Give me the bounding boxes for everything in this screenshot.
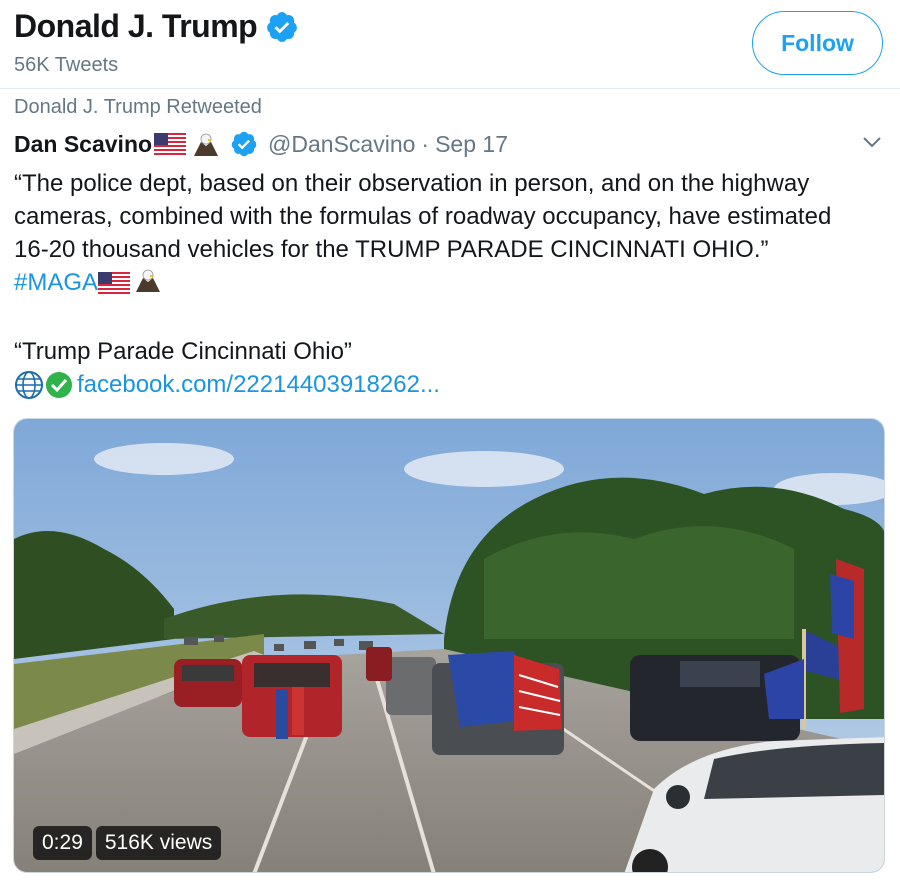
video-overlay: 0:29 516K views	[33, 826, 222, 860]
video-views: 516K views	[95, 826, 222, 860]
video-thumbnail	[14, 419, 884, 872]
profile-name: Donald J. Trump	[14, 8, 258, 44]
video-player[interactable]: 0:29 516K views	[13, 418, 885, 873]
follow-button[interactable]: Follow	[752, 11, 883, 75]
retweet-label[interactable]: Donald J. Trump Retweeted	[14, 96, 262, 119]
meta-separator: ·	[421, 130, 430, 157]
tweet-text-line: cameras, combined with the formulas of r…	[14, 203, 832, 230]
profile-header: Donald J. Trump 56K Tweets Follow	[0, 0, 900, 89]
globe-icon	[15, 370, 43, 399]
eagle-icon	[194, 133, 219, 156]
link-row: facebook.com/22214403918262...	[14, 368, 440, 401]
tweet-text-line: “The police dept, based on their observa…	[14, 170, 810, 197]
us-flag-icon	[98, 272, 131, 294]
chevron-down-icon[interactable]	[860, 130, 884, 154]
verified-badge-icon	[231, 131, 257, 157]
hashtag-line: #MAGA	[14, 266, 894, 299]
tweet-author-row: Dan Scavino @DanScavino · Sep 17	[14, 130, 508, 158]
author-name[interactable]: Dan Scavino	[14, 131, 152, 158]
us-flag-icon	[154, 133, 187, 155]
tweet-text-line: 16-20 thousand vehicles for the TRUMP PA…	[14, 236, 769, 263]
eagle-icon	[136, 269, 161, 292]
profile-name-row: Donald J. Trump	[14, 8, 299, 45]
card-title: “Trump Parade Cincinnati Ohio”	[14, 338, 352, 365]
link-url[interactable]: facebook.com/22214403918262...	[77, 368, 440, 401]
verified-badge-icon	[267, 11, 298, 42]
green-check-icon	[46, 371, 72, 398]
tweet-count: 56K Tweets	[14, 54, 119, 76]
hashtag-link[interactable]: #MAGA	[14, 269, 98, 296]
tweet-date[interactable]: Sep 17	[435, 131, 508, 158]
video-duration: 0:29	[33, 826, 92, 860]
tweet-text: “The police dept, based on their observa…	[14, 167, 894, 299]
author-handle[interactable]: @DanScavino	[268, 131, 415, 158]
